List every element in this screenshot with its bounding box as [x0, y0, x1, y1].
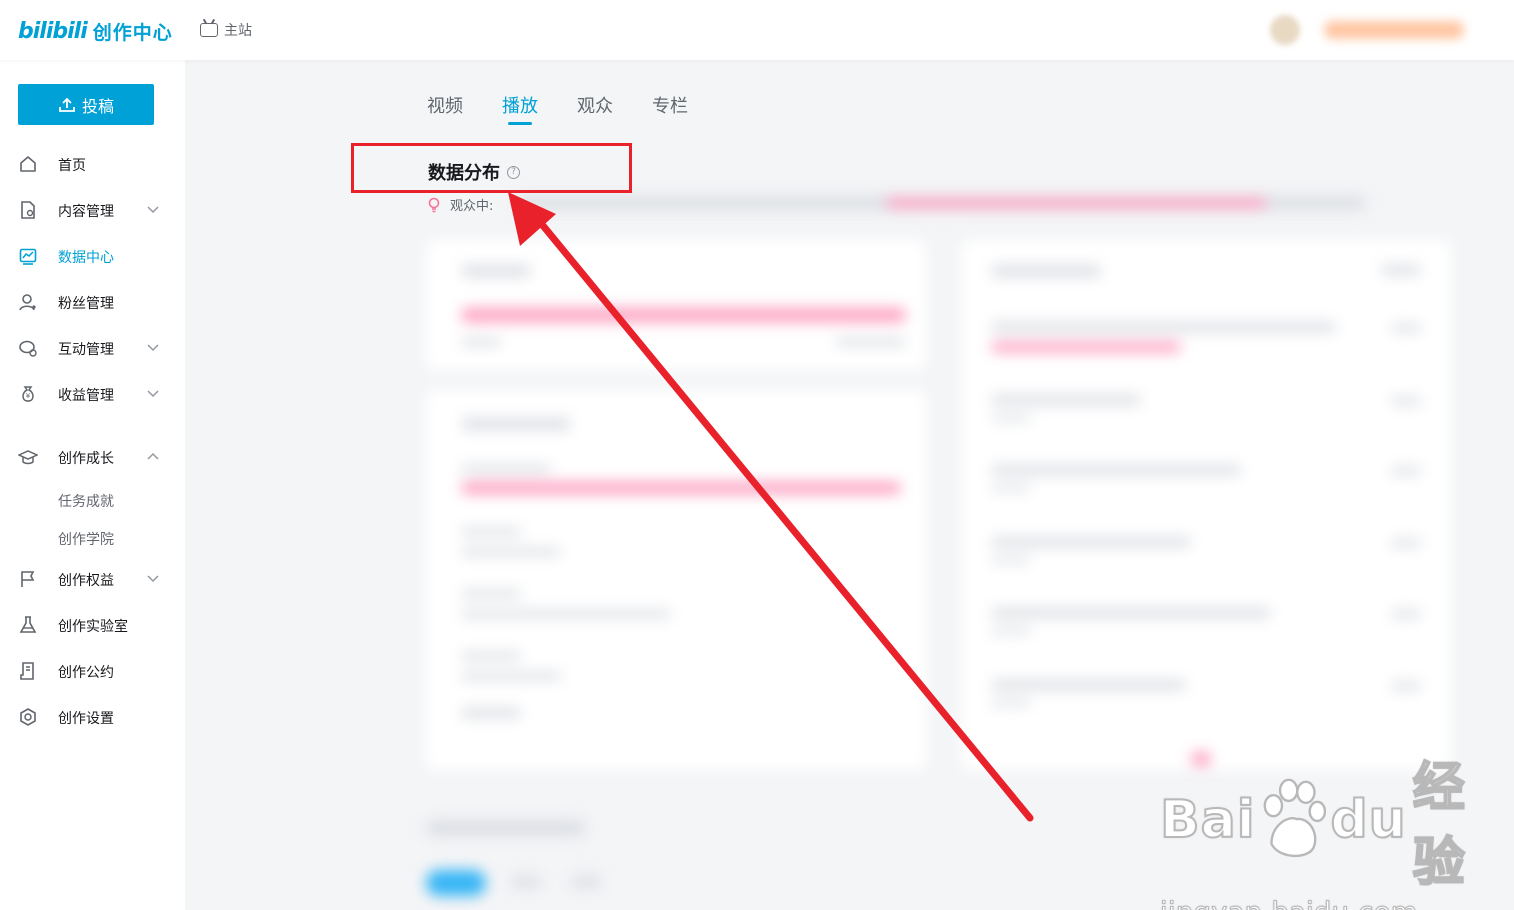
paw-icon	[1263, 778, 1326, 858]
baidu-watermark: Bai du 经验 jingyan.baidu.com	[1159, 745, 1514, 910]
watermark-logo: Bai du 经验	[1159, 745, 1514, 895]
watermark-brand-suffix: du	[1329, 789, 1407, 851]
watermark-url: jingyan.baidu.com	[1160, 897, 1514, 910]
watermark-brand: Bai	[1159, 789, 1256, 851]
watermark-brand-cn: 经验	[1412, 757, 1466, 894]
